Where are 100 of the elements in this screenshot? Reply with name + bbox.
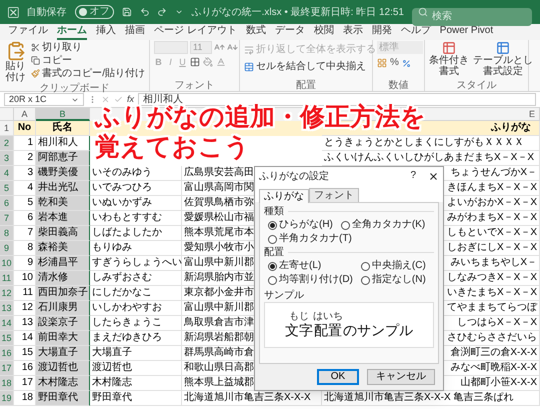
redo-icon[interactable] <box>157 6 168 18</box>
column-header[interactable]: B <box>36 108 90 121</box>
sample-label: サンプル <box>264 289 305 302</box>
copy-button[interactable]: コピー <box>31 54 145 67</box>
table-cell: しばたよしたか <box>90 226 182 241</box>
row-header: 3 <box>0 151 14 166</box>
table-cell: 渡辺哲也 <box>90 361 182 376</box>
row-header: 17 <box>0 361 14 376</box>
table-cell: 阿部恵子 <box>36 151 90 166</box>
cut-button[interactable]: 切り取り <box>31 41 145 54</box>
scissors-icon <box>31 43 40 52</box>
menu-tab[interactable]: ファイル <box>8 24 48 40</box>
menu-tab[interactable]: データ <box>274 24 305 40</box>
menu-tab[interactable]: 表示 <box>342 24 363 40</box>
menu-tab[interactable]: 数式 <box>246 24 266 40</box>
cancel-button[interactable]: キャンセル <box>367 369 435 385</box>
table-cell: 森裕美 <box>36 241 90 256</box>
formula-value: 相川和人 <box>143 94 184 104</box>
table-cell: 井出光弘 <box>36 181 90 196</box>
row-header: 15 <box>0 331 14 346</box>
table-cell: 木村隆志 <box>90 376 182 391</box>
row-header: 14 <box>0 316 14 331</box>
caption-overlay: 覚えておこう <box>95 132 250 162</box>
table-cell: 柴田義高 <box>36 226 90 241</box>
radio-button[interactable] <box>268 262 277 270</box>
section-label: 配置 <box>264 246 284 259</box>
format-painter-button[interactable]: 書式のコピー/貼り付け <box>31 67 145 80</box>
radio-button[interactable] <box>340 220 350 230</box>
radio-button[interactable] <box>268 276 277 284</box>
table-cell: まえだゆきひろ <box>90 331 182 346</box>
table-icon <box>496 41 510 55</box>
table-cell: いそのみゆう <box>90 166 182 181</box>
radio-button[interactable] <box>268 234 277 244</box>
paste-button[interactable]: 貼り付け <box>4 41 28 83</box>
table-cell: 岩本進 <box>36 211 90 226</box>
table-cell: 磯野美優 <box>36 166 90 181</box>
row-header: 8 <box>0 226 14 241</box>
table-cell: いでみつひろ <box>90 181 182 196</box>
clipboard-icon <box>6 41 26 61</box>
table-cell: 杉浦昌平 <box>36 256 90 271</box>
radio-button[interactable] <box>268 220 277 230</box>
group-label: フォント <box>174 80 216 91</box>
font-name-field[interactable] <box>154 41 188 54</box>
menu-tab[interactable]: 校閲 <box>314 24 334 40</box>
group-label: 配置 <box>295 80 317 91</box>
merge-center-button[interactable]: セルを結合して中央揃え <box>244 60 376 73</box>
grow-font-icon[interactable] <box>214 42 225 53</box>
menu-tab[interactable]: 開発 <box>372 24 392 40</box>
paintbrush-icon <box>31 69 40 78</box>
table-cell: 西田加奈子 <box>36 286 90 301</box>
close-icon[interactable] <box>428 170 439 182</box>
menu-tab[interactable]: 挿入 <box>96 24 116 40</box>
row-header: 5 <box>0 181 14 196</box>
table-cell: 渡辺哲也 <box>36 361 90 376</box>
autosave-label: 自動保存 <box>26 6 67 20</box>
undo-icon[interactable] <box>140 6 150 18</box>
dialog-tab[interactable]: フォント <box>309 188 359 202</box>
border-icon[interactable] <box>190 57 200 67</box>
table-format-button[interactable]: テーブルとし 書式設定 <box>473 41 533 77</box>
row-header: 1 <box>0 121 14 136</box>
percent-button[interactable]: % <box>390 58 399 68</box>
header-cell: 氏名 <box>36 121 90 136</box>
radio-option[interactable]: 中央揃え(C) <box>360 259 426 273</box>
autosave-toggle[interactable]: オフ <box>74 5 114 19</box>
menu-tab[interactable]: 描画 <box>125 24 145 40</box>
header-cell: No <box>14 121 36 136</box>
radio-button[interactable] <box>360 276 370 284</box>
font-color-icon[interactable] <box>216 57 226 67</box>
menu-tab[interactable]: Power Pivot <box>440 24 494 40</box>
radio-option[interactable]: 指定なし(N) <box>360 273 426 287</box>
window-title: ふりがなの統一.xlsx • 最終更新日時: 昨日 12:51 <box>192 6 404 20</box>
table-cell: 相川和人 <box>36 136 90 151</box>
table-cell: 石川康男 <box>36 301 90 316</box>
insert-function-button[interactable]: fx <box>127 95 134 104</box>
table-cell: にしだかなこ <box>90 286 182 301</box>
shrink-font-icon[interactable] <box>227 42 238 53</box>
merge-cells-icon <box>244 62 254 72</box>
help-button[interactable]: ? <box>410 171 416 181</box>
row-header: 11 <box>0 271 14 286</box>
dialog-tab[interactable]: ふりがな <box>259 189 309 203</box>
menu-tab[interactable]: ページ レイアウト <box>154 24 237 40</box>
row-header: 18 <box>0 376 14 391</box>
copy-icon <box>31 56 40 65</box>
search-icon <box>418 7 428 17</box>
conditional-format-button[interactable]: 条件付き 書式 <box>429 41 469 77</box>
table-cell: いぬいかずみ <box>90 196 182 211</box>
group-label: クリップボード <box>38 83 110 94</box>
menu-tab[interactable]: ヘルプ <box>400 24 431 40</box>
table-cell: したらきょうこ <box>90 316 182 331</box>
radio-button[interactable] <box>360 262 370 270</box>
table-cell: すぎうらしょうへい <box>90 256 182 271</box>
ok-button[interactable]: OK <box>317 369 359 385</box>
table-cell: もりゆみ <box>90 241 182 256</box>
search-field[interactable]: 検索 <box>412 8 532 26</box>
name-box[interactable]: 20R x 1C <box>4 93 84 106</box>
save-icon[interactable] <box>122 6 132 18</box>
table-cell: 設楽京子 <box>36 316 90 331</box>
fill-color-icon[interactable] <box>203 57 213 67</box>
group-label: スタイル <box>456 80 498 91</box>
row-header: 2 <box>0 136 14 151</box>
